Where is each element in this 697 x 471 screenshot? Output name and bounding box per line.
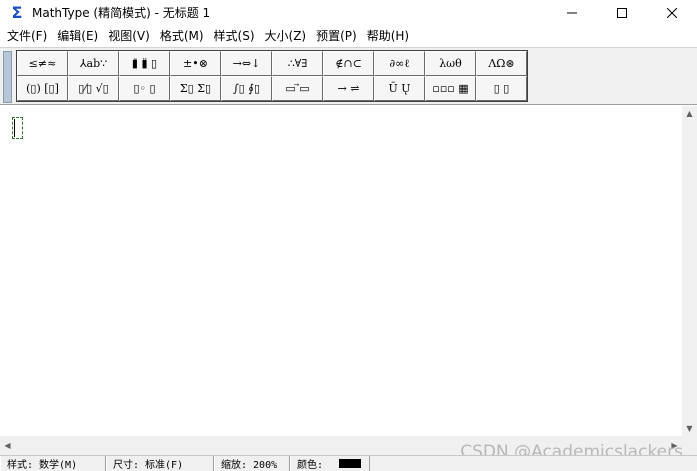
close-button[interactable]	[647, 0, 697, 25]
equation-editor-area[interactable]	[0, 106, 682, 436]
menu-preferences[interactable]: 预置(P)	[311, 26, 362, 47]
palette-operator-symbols[interactable]: ±•⊗	[170, 51, 221, 76]
palette-box-templates[interactable]: ▯ ▯	[476, 76, 527, 101]
maximize-button[interactable]	[597, 0, 647, 25]
menu-view[interactable]: 视图(V)	[103, 26, 155, 47]
maximize-icon	[617, 7, 627, 18]
menu-size[interactable]: 大小(Z)	[260, 26, 312, 47]
palette-matrix-templates[interactable]: ▫▫▫ ▦	[425, 76, 476, 101]
scroll-up-icon[interactable]: ▲	[682, 106, 697, 121]
close-icon	[667, 7, 677, 18]
status-bar: 样式: 数学(M) 尺寸: 标准(F) 缩放: 200% 颜色:	[0, 455, 697, 471]
status-style: 样式: 数学(M)	[0, 456, 106, 471]
palette-embellishments[interactable]: ▮̄ ▮̈ ▯	[119, 51, 170, 76]
window-controls	[547, 0, 697, 25]
palette-greek-uppercase[interactable]: ΛΩ⊛	[476, 51, 527, 76]
palette-integral-templates[interactable]: ∫▯ ∮▯	[221, 76, 272, 101]
minimize-button[interactable]	[547, 0, 597, 25]
menu-format[interactable]: 格式(M)	[155, 26, 209, 47]
palette-underbar-overbar-templates[interactable]: ▭ ⃗▭	[272, 76, 323, 101]
palette-misc-symbols[interactable]: ∂∞ℓ	[374, 51, 425, 76]
sigma-icon: Σ	[11, 2, 23, 22]
status-zoom: 缩放: 200%	[214, 456, 290, 471]
menu-style[interactable]: 样式(S)	[209, 26, 260, 47]
minimize-icon	[567, 8, 577, 18]
vertical-scrollbar[interactable]: ▲ ▼	[682, 106, 697, 436]
palette-labeled-arrow-templates[interactable]: → ⇌	[323, 76, 374, 101]
menu-bar: 文件(F) 编辑(E) 视图(V) 格式(M) 样式(S) 大小(Z) 预置(P…	[0, 26, 697, 47]
palette-fence-templates[interactable]: (▯) [▯]	[17, 76, 68, 101]
text-cursor	[14, 119, 15, 137]
menu-file[interactable]: 文件(F)	[2, 26, 52, 47]
palette-grid: ≤≠≈ ⅄ab∵ ▮̄ ▮̈ ▯ ±•⊗ →⇔↓ ∴∀∃ ∉∩⊂ ∂∞ℓ λωθ…	[16, 50, 528, 102]
palette-greek-lowercase[interactable]: λωθ	[425, 51, 476, 76]
window-title: MathType (精简模式) - 无标题 1	[32, 6, 211, 20]
color-swatch	[339, 459, 362, 468]
palette-spaces-ellipses[interactable]: ⅄ab∵	[68, 51, 119, 76]
status-size: 尺寸: 标准(F)	[106, 456, 214, 471]
toolbar-grip-handle[interactable]	[3, 51, 12, 103]
status-color-label: 颜色:	[297, 460, 324, 471]
palette-set-theory-symbols[interactable]: ∉∩⊂	[323, 51, 374, 76]
menu-edit[interactable]: 编辑(E)	[52, 26, 103, 47]
status-color: 颜色:	[290, 456, 370, 471]
menu-help[interactable]: 帮助(H)	[362, 26, 414, 47]
palette-fraction-radical-templates[interactable]: ▯⁄▯ √▯	[68, 76, 119, 101]
title-bar: Σ MathType (精简模式) - 无标题 1	[0, 0, 697, 25]
symbol-toolbar: ≤≠≈ ⅄ab∵ ▮̄ ▮̈ ▯ ±•⊗ →⇔↓ ∴∀∃ ∉∩⊂ ∂∞ℓ λωθ…	[0, 47, 697, 105]
scrollbar-corner	[682, 436, 697, 455]
scroll-down-icon[interactable]: ▼	[682, 421, 697, 436]
palette-summation-templates[interactable]: Σ▯ Σ▯	[170, 76, 221, 101]
palette-relational-symbols[interactable]: ≤≠≈	[17, 51, 68, 76]
palette-arrow-symbols[interactable]: →⇔↓	[221, 51, 272, 76]
palette-logical-symbols[interactable]: ∴∀∃	[272, 51, 323, 76]
scroll-left-icon[interactable]: ◀	[0, 436, 15, 455]
palette-subscript-superscript-templates[interactable]: ▯◦ ▯	[119, 76, 170, 101]
palette-products-set-templates[interactable]: Ū Ų	[374, 76, 425, 101]
